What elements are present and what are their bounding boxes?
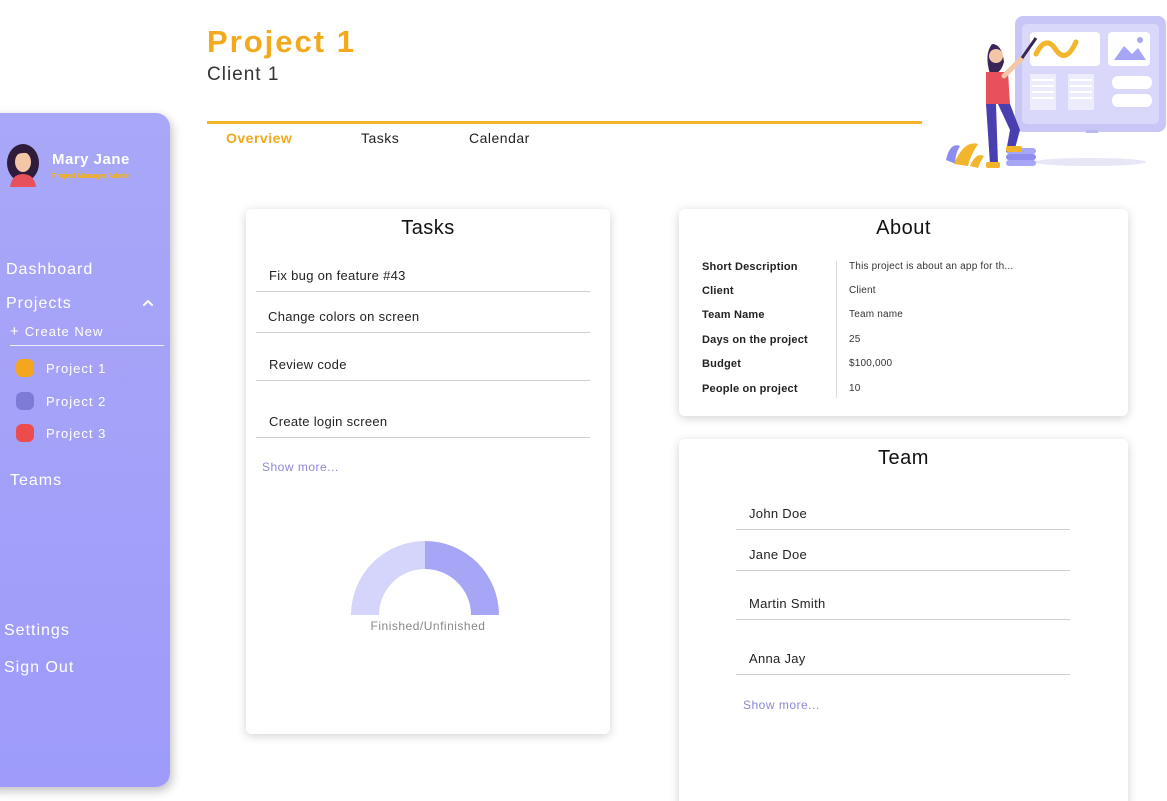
about-label-budget: Budget	[702, 358, 742, 370]
sidebar: Mary Jane Project Manager/Admin Dashboar…	[0, 113, 170, 787]
sidebar-item-project-3[interactable]: Project 3	[16, 422, 106, 444]
about-label-team-name: Team Name	[702, 309, 765, 321]
team-member-name: Jane Doe	[749, 547, 808, 562]
user-role: Project Manager/Admin	[52, 173, 131, 180]
task-item[interactable]: Review code	[256, 333, 590, 381]
project-color-dot	[16, 424, 34, 442]
page-title: Project 1	[207, 24, 356, 59]
task-label: Change colors on screen	[268, 309, 420, 324]
nav-projects[interactable]: Projects	[6, 295, 72, 313]
page-subtitle-client: Client 1	[207, 64, 280, 85]
about-value-client: Client	[849, 285, 876, 296]
team-member-item[interactable]: Jane Doe	[736, 530, 1070, 571]
task-label: Review code	[269, 357, 347, 372]
about-column-divider	[836, 261, 837, 398]
team-member-item[interactable]: Martin Smith	[736, 571, 1070, 620]
team-card: Team John Doe Jane Doe Martin Smith Anna…	[679, 439, 1128, 801]
about-value-budget: $100,000	[849, 358, 893, 369]
chart-segment-unfinished	[351, 541, 425, 615]
task-item[interactable]: Create login screen	[256, 381, 590, 438]
sidebar-item-label: Project 3	[46, 425, 107, 441]
tasks-card: Tasks Fix bug on feature #43 Change colo…	[246, 209, 610, 734]
about-label-people: People on project	[702, 383, 798, 395]
nav-settings[interactable]: Settings	[4, 622, 70, 640]
task-label: Fix bug on feature #43	[269, 268, 406, 283]
project-color-dot	[16, 359, 34, 377]
tab-overview[interactable]: Overview	[226, 130, 292, 146]
user-avatar	[7, 144, 39, 187]
team-member-name: Anna Jay	[749, 651, 806, 666]
about-value-team-name: Team name	[849, 309, 904, 320]
chevron-up-icon[interactable]	[141, 297, 155, 309]
team-member-item[interactable]: John Doe	[736, 489, 1070, 530]
team-show-more-link[interactable]: Show more...	[743, 698, 820, 712]
header-illustration	[946, 16, 1166, 168]
team-member-item[interactable]: Anna Jay	[736, 620, 1070, 675]
tasks-card-title: Tasks	[401, 217, 455, 239]
sidebar-item-label: Project 2	[46, 393, 107, 409]
chart-label: Finished/Unfinished	[370, 619, 486, 633]
task-item[interactable]: Fix bug on feature #43	[256, 255, 590, 292]
chart-segment-finished	[425, 541, 499, 615]
project-color-dot	[16, 392, 34, 410]
create-new-project-button[interactable]: + Create New	[10, 323, 164, 346]
about-value-people: 10	[849, 383, 861, 394]
about-card-title: About	[876, 217, 931, 239]
sidebar-item-project-1[interactable]: Project 1	[16, 357, 106, 379]
nav-dashboard[interactable]: Dashboard	[6, 261, 93, 279]
sidebar-item-label: Project 1	[46, 360, 107, 376]
tasks-show-more-link[interactable]: Show more...	[262, 460, 339, 474]
nav-sign-out[interactable]: Sign Out	[4, 659, 74, 677]
about-label-client: Client	[702, 285, 734, 297]
about-value-days: 25	[849, 334, 861, 345]
task-label: Create login screen	[269, 414, 388, 429]
create-new-label: Create New	[24, 324, 104, 339]
about-value-short-description: This project is about an app for th...	[849, 261, 1014, 272]
team-card-title: Team	[878, 447, 929, 469]
sidebar-item-project-2[interactable]: Project 2	[16, 390, 106, 412]
tab-tasks[interactable]: Tasks	[361, 130, 399, 146]
tab-calendar[interactable]: Calendar	[469, 130, 530, 146]
plus-icon: +	[10, 323, 20, 340]
task-item[interactable]: Change colors on screen	[256, 292, 590, 333]
user-name: Mary Jane	[52, 151, 130, 168]
team-member-name: John Doe	[749, 506, 808, 521]
about-card: About Short Description This project is …	[679, 209, 1128, 416]
header-divider	[207, 121, 922, 124]
nav-teams[interactable]: Teams	[10, 472, 62, 490]
about-label-short-description: Short Description	[702, 261, 798, 273]
finished-unfinished-chart	[351, 541, 499, 615]
team-member-name: Martin Smith	[749, 596, 826, 611]
about-label-days: Days on the project	[702, 334, 808, 346]
